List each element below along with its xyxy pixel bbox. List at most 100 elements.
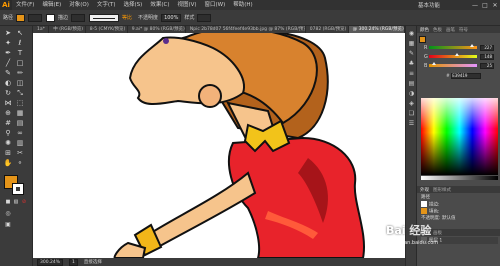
menu-edit[interactable]: 编辑(E)	[38, 0, 65, 10]
rotate-tool-icon[interactable]: ↻	[3, 89, 13, 98]
zoom-tool-icon[interactable]: ⚬	[15, 159, 25, 168]
zoom-field[interactable]: 300.24%	[37, 258, 64, 266]
doc-tab[interactable]: 0782 (RGB/预览)	[306, 26, 349, 33]
tab-swatches[interactable]: 色板	[433, 27, 442, 33]
blob-brush-tool-icon[interactable]: ◐	[3, 79, 13, 88]
green-slider[interactable]	[429, 53, 477, 58]
perspective-grid-tool-icon[interactable]: ▦	[15, 109, 25, 118]
artboard-number-field[interactable]: 1	[69, 258, 78, 266]
lasso-tool-icon[interactable]: ℓ	[15, 39, 25, 48]
artboard-canvas[interactable]	[33, 33, 405, 258]
slice-tool-icon[interactable]: ✂	[15, 149, 25, 158]
fill-dropdown[interactable]	[28, 13, 43, 22]
tab-symbols[interactable]: 符号	[459, 27, 468, 33]
hex-field[interactable]: E39419	[451, 73, 482, 79]
appearance-path-row[interactable]: 路径	[421, 194, 498, 201]
artboard-tool-icon[interactable]: ⊞	[3, 149, 13, 158]
rectangle-tool-icon[interactable]: □	[15, 59, 25, 68]
appearance-panel-icon[interactable]: ◈	[408, 100, 415, 107]
tab-artboards[interactable]: 画板	[433, 230, 442, 236]
draw-mode-icon[interactable]: ◎	[3, 209, 13, 218]
blue-value-field[interactable]: 25	[480, 62, 494, 69]
red-value-field[interactable]: 227	[480, 44, 494, 51]
magic-wand-tool-icon[interactable]: ✦	[3, 39, 13, 48]
hand-tool-icon[interactable]: ✋	[3, 159, 13, 168]
doc-tab[interactable]: 中 (RGB/预览)	[49, 26, 86, 33]
appearance-stroke-row[interactable]: 描边:	[421, 201, 498, 208]
swatches-panel-icon[interactable]: ▦	[408, 40, 415, 47]
eyedropper-tool-icon[interactable]: ⚲	[3, 129, 13, 138]
selection-tool-icon[interactable]: ➤	[3, 29, 13, 38]
gradient-tool-icon[interactable]: ▤	[15, 119, 25, 128]
fill-color-swatch[interactable]	[16, 13, 26, 22]
character-illustration	[113, 33, 365, 258]
style-dropdown[interactable]	[197, 13, 212, 22]
red-slider[interactable]	[429, 44, 477, 49]
stroke-panel-icon[interactable]: ≡	[408, 70, 415, 77]
doc-tab[interactable]: 1a*	[33, 26, 50, 33]
blend-tool-icon[interactable]: ∞	[15, 129, 25, 138]
graphic-styles-panel-icon[interactable]: ❏	[408, 110, 415, 117]
fill-swatch-mini[interactable]	[421, 208, 427, 214]
menu-file[interactable]: 文件(F)	[12, 0, 38, 10]
opacity-field[interactable]: 100%	[161, 13, 182, 22]
doc-tab[interactable]: 8-5 (CMYK/预览)	[86, 26, 128, 33]
control-bar: 路径 描边 等比 不透明度 100% 样式	[0, 10, 500, 26]
color-panel-icon[interactable]: ◉	[408, 30, 415, 37]
close-icon[interactable]: ✕	[490, 2, 500, 9]
brushes-panel-icon[interactable]: ✎	[408, 50, 415, 57]
mesh-tool-icon[interactable]: #	[3, 119, 13, 128]
minimize-icon[interactable]: —	[470, 2, 480, 9]
grayscale-ramp[interactable]	[421, 176, 498, 180]
blue-slider[interactable]	[429, 62, 477, 67]
stroke-color-box[interactable]	[12, 183, 24, 195]
doc-tab-active[interactable]: @ 300.24% (RGB/预览)	[348, 26, 405, 33]
scale-tool-icon[interactable]: ⤡	[15, 89, 25, 98]
gradient-panel-icon[interactable]: ▤	[408, 80, 415, 87]
current-tool-label: 直接选择	[83, 260, 102, 265]
tab-color[interactable]: 颜色	[420, 27, 429, 33]
screen-mode-icon[interactable]: ▣	[3, 220, 13, 229]
doc-tab[interactable]: Npic 2b78d07 56f4feef4e93bb.jpg @ 87% (R…	[186, 26, 306, 33]
line-tool-icon[interactable]: ╱	[3, 59, 13, 68]
tab-appearance[interactable]: 外观	[420, 187, 429, 193]
pen-tool-icon[interactable]: ✒	[3, 49, 13, 58]
symbol-sprayer-tool-icon[interactable]: ✺	[3, 139, 13, 148]
tab-brushes[interactable]: 画笔	[446, 27, 455, 33]
menu-help[interactable]: 帮助(H)	[229, 0, 256, 10]
pencil-tool-icon[interactable]: ✏	[15, 69, 25, 78]
appearance-opacity-row[interactable]: 不透明度: 默认值	[421, 215, 498, 222]
maximize-icon[interactable]: □	[480, 2, 490, 9]
free-transform-tool-icon[interactable]: ⬚	[15, 99, 25, 108]
menu-select[interactable]: 选择(S)	[120, 0, 147, 10]
graph-tool-icon[interactable]: ▥	[15, 139, 25, 148]
arm	[141, 171, 257, 253]
doc-tab[interactable]: 9.ai* @ 80% (RGB/预览)	[128, 26, 186, 33]
appearance-fill-row[interactable]: 填色:	[421, 208, 498, 215]
tab-graphic-styles[interactable]: 图形样式	[433, 187, 451, 193]
menu-window[interactable]: 窗口(W)	[201, 0, 230, 10]
transparency-panel-icon[interactable]: ◑	[408, 90, 415, 97]
type-tool-icon[interactable]: T	[15, 49, 25, 58]
color-spectrum[interactable]	[421, 98, 498, 175]
stroke-swatch-mini[interactable]	[421, 201, 427, 207]
workspace-switcher[interactable]: 基本功能	[418, 1, 470, 9]
symbols-panel-icon[interactable]: ♣	[408, 60, 415, 67]
stroke-profile-label: 等比	[122, 15, 133, 21]
color-panel-fill-swatch[interactable]	[419, 36, 426, 43]
shape-builder-tool-icon[interactable]: ⊕	[3, 109, 13, 118]
menu-object[interactable]: 对象(O)	[65, 0, 93, 10]
stroke-color-swatch[interactable]	[46, 13, 56, 22]
menu-view[interactable]: 视图(V)	[173, 0, 200, 10]
green-value-field[interactable]: 148	[480, 53, 494, 60]
width-tool-icon[interactable]: ⋈	[3, 99, 13, 108]
menu-type[interactable]: 文字(T)	[93, 0, 120, 10]
stroke-profile-preview[interactable]	[89, 13, 120, 22]
direct-selection-tool-icon[interactable]: ↖	[15, 29, 25, 38]
menu-effect[interactable]: 效果(C)	[146, 0, 173, 10]
stroke-weight-dropdown[interactable]	[71, 13, 86, 22]
eraser-tool-icon[interactable]: ◫	[15, 79, 25, 88]
none-mode-icon[interactable]: ⊘	[19, 198, 29, 207]
paintbrush-tool-icon[interactable]: ✎	[3, 69, 13, 78]
layers-panel-icon[interactable]: ☰	[408, 120, 415, 127]
